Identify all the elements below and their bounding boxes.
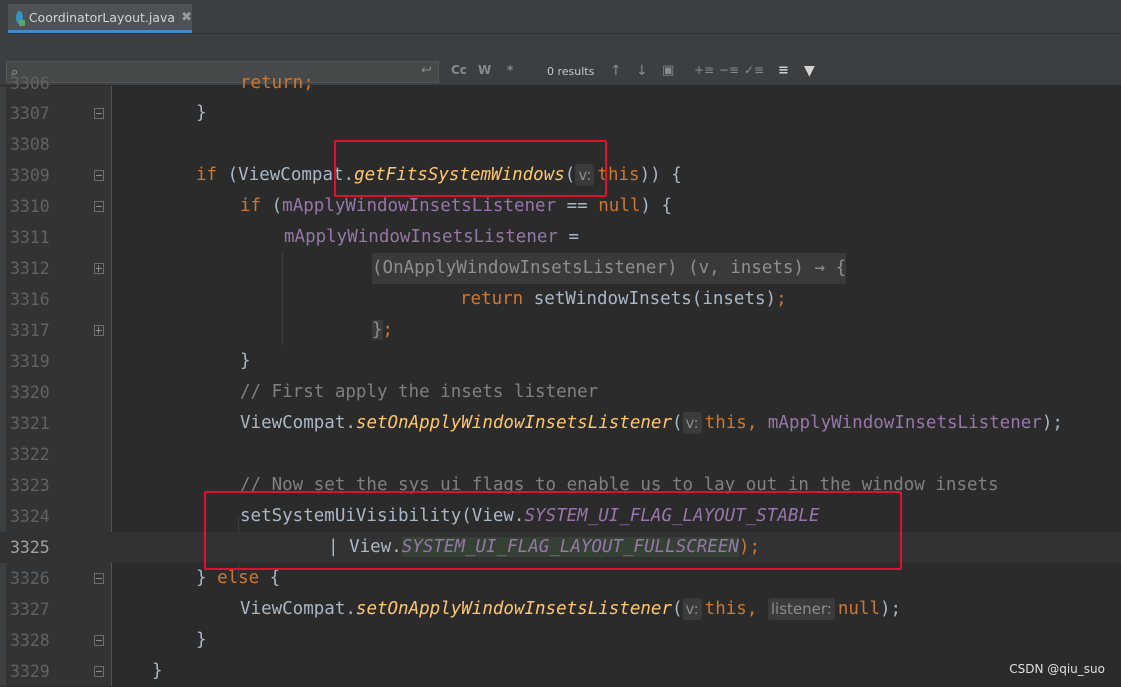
line-number: 3325 [10,538,50,557]
line-number: 3306 [10,74,50,93]
code-line[interactable]: 3329 } [0,656,1121,687]
fold-start-icon[interactable] [94,170,104,181]
code-token: if [240,196,262,216]
line-number: 3319 [10,352,50,371]
code-token: , [746,599,768,619]
fold-start-icon[interactable] [94,201,104,212]
code-token: } [240,351,251,371]
toolbar-band [6,33,1121,60]
code-line[interactable]: 3306 return; [0,68,1121,99]
watermark: CSDN @qiu_suo [1009,662,1105,676]
code-token: this [704,413,747,433]
code-token: == [556,196,599,216]
line-number: 3316 [10,290,50,309]
fold-expand-icon[interactable] [94,325,104,336]
code-token: )) { [639,165,682,185]
line-number: 3329 [10,662,50,681]
code-token: if [196,165,218,185]
annotation-box [204,491,902,570]
fold-expand-icon[interactable] [94,263,104,274]
code-line[interactable]: 3317 }; [0,315,1121,346]
code-token: } [196,630,207,650]
parameter-hint: v: [682,598,702,620]
line-number: 3328 [10,631,50,650]
code-token: null [837,599,880,619]
code-token: mApplyWindowInsetsListener [282,196,557,216]
code-token: } [372,320,383,340]
code-token: this [704,599,747,619]
code-token: } [196,103,207,123]
code-token: setOnApplyWindowInsetsListener [355,599,672,619]
line-number: 3321 [10,414,50,433]
code-token: ; [776,289,787,309]
code-line[interactable]: 3321 ViewCompat.setOnApplyWindowInsetsLi… [0,408,1121,439]
line-number: 3317 [10,321,50,340]
line-number: 3320 [10,383,50,402]
code-token: setWindowInsets(insets) [523,289,777,309]
line-number: 3322 [10,445,50,464]
editor-tab-title: CoordinatorLayout.java [28,9,176,25]
fold-end-icon[interactable] [94,108,104,119]
code-line[interactable]: 3319 } [0,346,1121,377]
code-token: ( [271,196,283,216]
code-line[interactable]: 3328 } [0,625,1121,656]
code-token: } [196,568,218,588]
fold-start-icon[interactable] [94,573,104,584]
code-line[interactable]: 3320 // First apply the insets listener [0,377,1121,408]
line-number: 3326 [10,569,50,588]
collapsed-lambda[interactable]: (OnApplyWindowInsetsListener) (v, insets… [372,253,847,284]
parameter-hint: v: [682,412,702,434]
fold-end-icon[interactable] [94,666,104,677]
code-token: ViewCompat. [240,413,356,433]
code-token: } [152,661,163,681]
code-token: , [746,413,768,433]
line-number: 3308 [10,135,50,154]
line-number: 3309 [10,166,50,185]
code-line[interactable]: 3311 mApplyWindowInsetsListener = [0,222,1121,253]
code-line[interactable]: 3322 [0,439,1121,470]
code-token: setOnApplyWindowInsetsListener [355,413,672,433]
editor-tab-bar: CoordinatorLayout.java ✖ [0,0,1121,33]
line-number: 3312 [10,259,50,278]
fold-end-icon[interactable] [94,635,104,646]
annotation-box [334,140,607,197]
java-class-icon [16,10,25,26]
line-number: 3307 [10,104,50,123]
code-token: ) { [640,196,673,216]
code-line[interactable]: 3327 ViewCompat.setOnApplyWindowInsetsLi… [0,594,1121,625]
close-icon[interactable]: ✖ [181,10,192,25]
code-token: ( [671,599,683,619]
code-token: null [598,196,641,216]
line-number: 3327 [10,600,50,619]
code-comment: // First apply the insets listener [240,382,599,402]
code-token: mApplyWindowInsetsListener [767,413,1042,433]
code-token: mApplyWindowInsetsListener [284,227,558,247]
parameter-hint: listener: [767,598,835,620]
code-line[interactable]: 3312 (OnApplyWindowInsetsListener) (v, i… [0,253,1121,284]
code-token: = [557,227,580,247]
code-token: return [460,289,524,309]
code-token: ); [1041,413,1063,433]
code-token: return; [240,73,314,93]
line-number: 3311 [10,228,50,247]
code-token: ViewCompat. [240,599,356,619]
code-token: ( [671,413,683,433]
code-line[interactable]: 3307 } [0,98,1121,129]
code-token: else [217,568,260,588]
line-number: 3323 [10,476,50,495]
code-line[interactable]: 3316 return setWindowInsets(insets); [0,284,1121,315]
code-token: ); [880,599,902,619]
code-token: { [259,568,281,588]
line-number: 3324 [10,507,50,526]
code-token: ; [382,320,394,340]
line-number: 3310 [10,197,50,216]
editor-tab[interactable]: CoordinatorLayout.java ✖ [8,4,192,33]
